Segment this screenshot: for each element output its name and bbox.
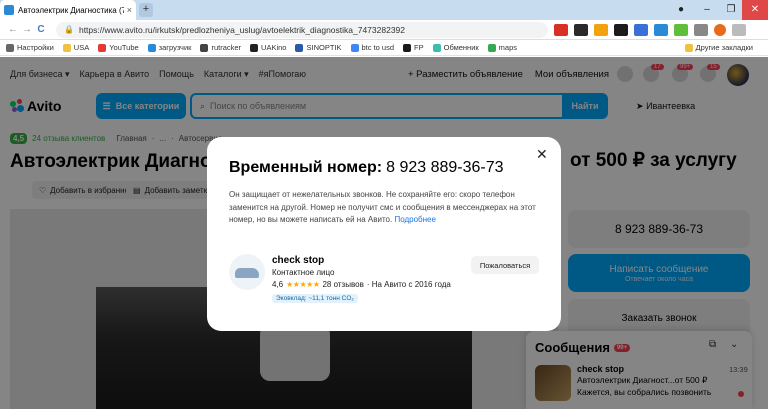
modal-phone: 8 923 889-36-73 xyxy=(386,159,504,176)
extension-icon[interactable] xyxy=(594,23,608,36)
extension-icon[interactable] xyxy=(574,23,588,36)
seller-avatar[interactable] xyxy=(229,254,265,290)
seller-type: Контактное лицо xyxy=(272,268,335,277)
bookmarks-bar: Настройки USA YouTube загрузчик rutracke… xyxy=(0,40,768,56)
address-bar-row: ← → C 🔒 https://www.avito.ru/irkutsk/pre… xyxy=(0,20,768,40)
bookmark-folder[interactable]: Другие закладки xyxy=(684,43,753,52)
eco-badge: Эковклад: ~11,1 тонн CO₂ xyxy=(272,294,358,303)
bookmark-item[interactable]: Настройки xyxy=(6,43,54,52)
close-icon[interactable]: ✕ xyxy=(536,146,548,163)
window-maximize-button[interactable]: ❐ xyxy=(718,0,744,20)
bookmark-item[interactable]: YouTube xyxy=(98,43,139,52)
bookmark-item[interactable]: maps xyxy=(487,43,517,52)
browser-tab-active[interactable]: Автоэлектрик Диагностика (7473 × xyxy=(0,0,136,20)
seller-rating: 4,6 xyxy=(272,280,284,289)
modal-title: Временный номер: 8 923 889-36-73 xyxy=(229,159,504,176)
bookmark-item[interactable]: btc to usd xyxy=(350,43,394,52)
menu-icon[interactable] xyxy=(732,23,746,36)
bookmark-item[interactable]: Обменник xyxy=(432,43,479,52)
avito-favicon-icon xyxy=(4,5,14,15)
extension-icon[interactable] xyxy=(694,23,708,36)
report-button[interactable]: Пожаловаться xyxy=(471,256,539,274)
window-close-button[interactable]: ✕ xyxy=(742,0,768,20)
tab-close-icon[interactable]: × xyxy=(127,5,132,15)
browser-tabstrip: Автоэлектрик Диагностика (7473 × + ● – ❐… xyxy=(0,0,768,20)
reload-button[interactable]: C xyxy=(34,24,48,35)
user-profile-icon[interactable]: ● xyxy=(668,0,694,20)
rating-stars-icon: ★★★★★ xyxy=(286,280,320,289)
url-text: https://www.avito.ru/irkutsk/predlozheni… xyxy=(78,24,405,35)
more-link[interactable]: Подробнее xyxy=(394,215,436,224)
bookmark-item[interactable]: SINOPTIK xyxy=(295,43,342,52)
seller-reviews[interactable]: 28 отзывов xyxy=(322,280,363,289)
bookmark-item[interactable]: FP xyxy=(403,43,424,52)
profile-avatar-icon[interactable] xyxy=(714,23,726,36)
extension-icon[interactable] xyxy=(634,23,648,36)
seller-rating-row: 4,6 ★★★★★ 28 отзывов · На Авито с 2016 г… xyxy=(272,280,451,289)
lock-icon: 🔒 xyxy=(64,25,74,34)
bookmark-item[interactable]: UAKino xyxy=(250,43,286,52)
new-tab-button[interactable]: + xyxy=(139,3,153,17)
car-icon xyxy=(235,268,259,278)
extension-icon[interactable] xyxy=(654,23,668,36)
bookmark-item[interactable]: загрузчик xyxy=(147,43,191,52)
extension-icon[interactable] xyxy=(674,23,688,36)
window-minimize-button[interactable]: – xyxy=(694,0,720,20)
extension-icon[interactable] xyxy=(554,23,568,36)
url-field[interactable]: 🔒 https://www.avito.ru/irkutsk/predlozhe… xyxy=(56,21,548,38)
back-button[interactable]: ← xyxy=(6,24,20,35)
temporary-number-modal: Временный номер: 8 923 889-36-73 ✕ Он защ… xyxy=(207,137,561,331)
bookmark-item[interactable]: rutracker xyxy=(200,43,241,52)
tab-title: Автоэлектрик Диагностика (7473 xyxy=(18,5,124,15)
bookmark-item[interactable]: USA xyxy=(62,43,89,52)
seller-since: · На Авито с 2016 года xyxy=(366,280,451,289)
forward-button[interactable]: → xyxy=(20,24,34,35)
seller-name[interactable]: check stop xyxy=(272,255,324,266)
modal-description: Он защищает от нежелательных звонков. Не… xyxy=(229,190,536,225)
extension-icon[interactable] xyxy=(614,23,628,36)
